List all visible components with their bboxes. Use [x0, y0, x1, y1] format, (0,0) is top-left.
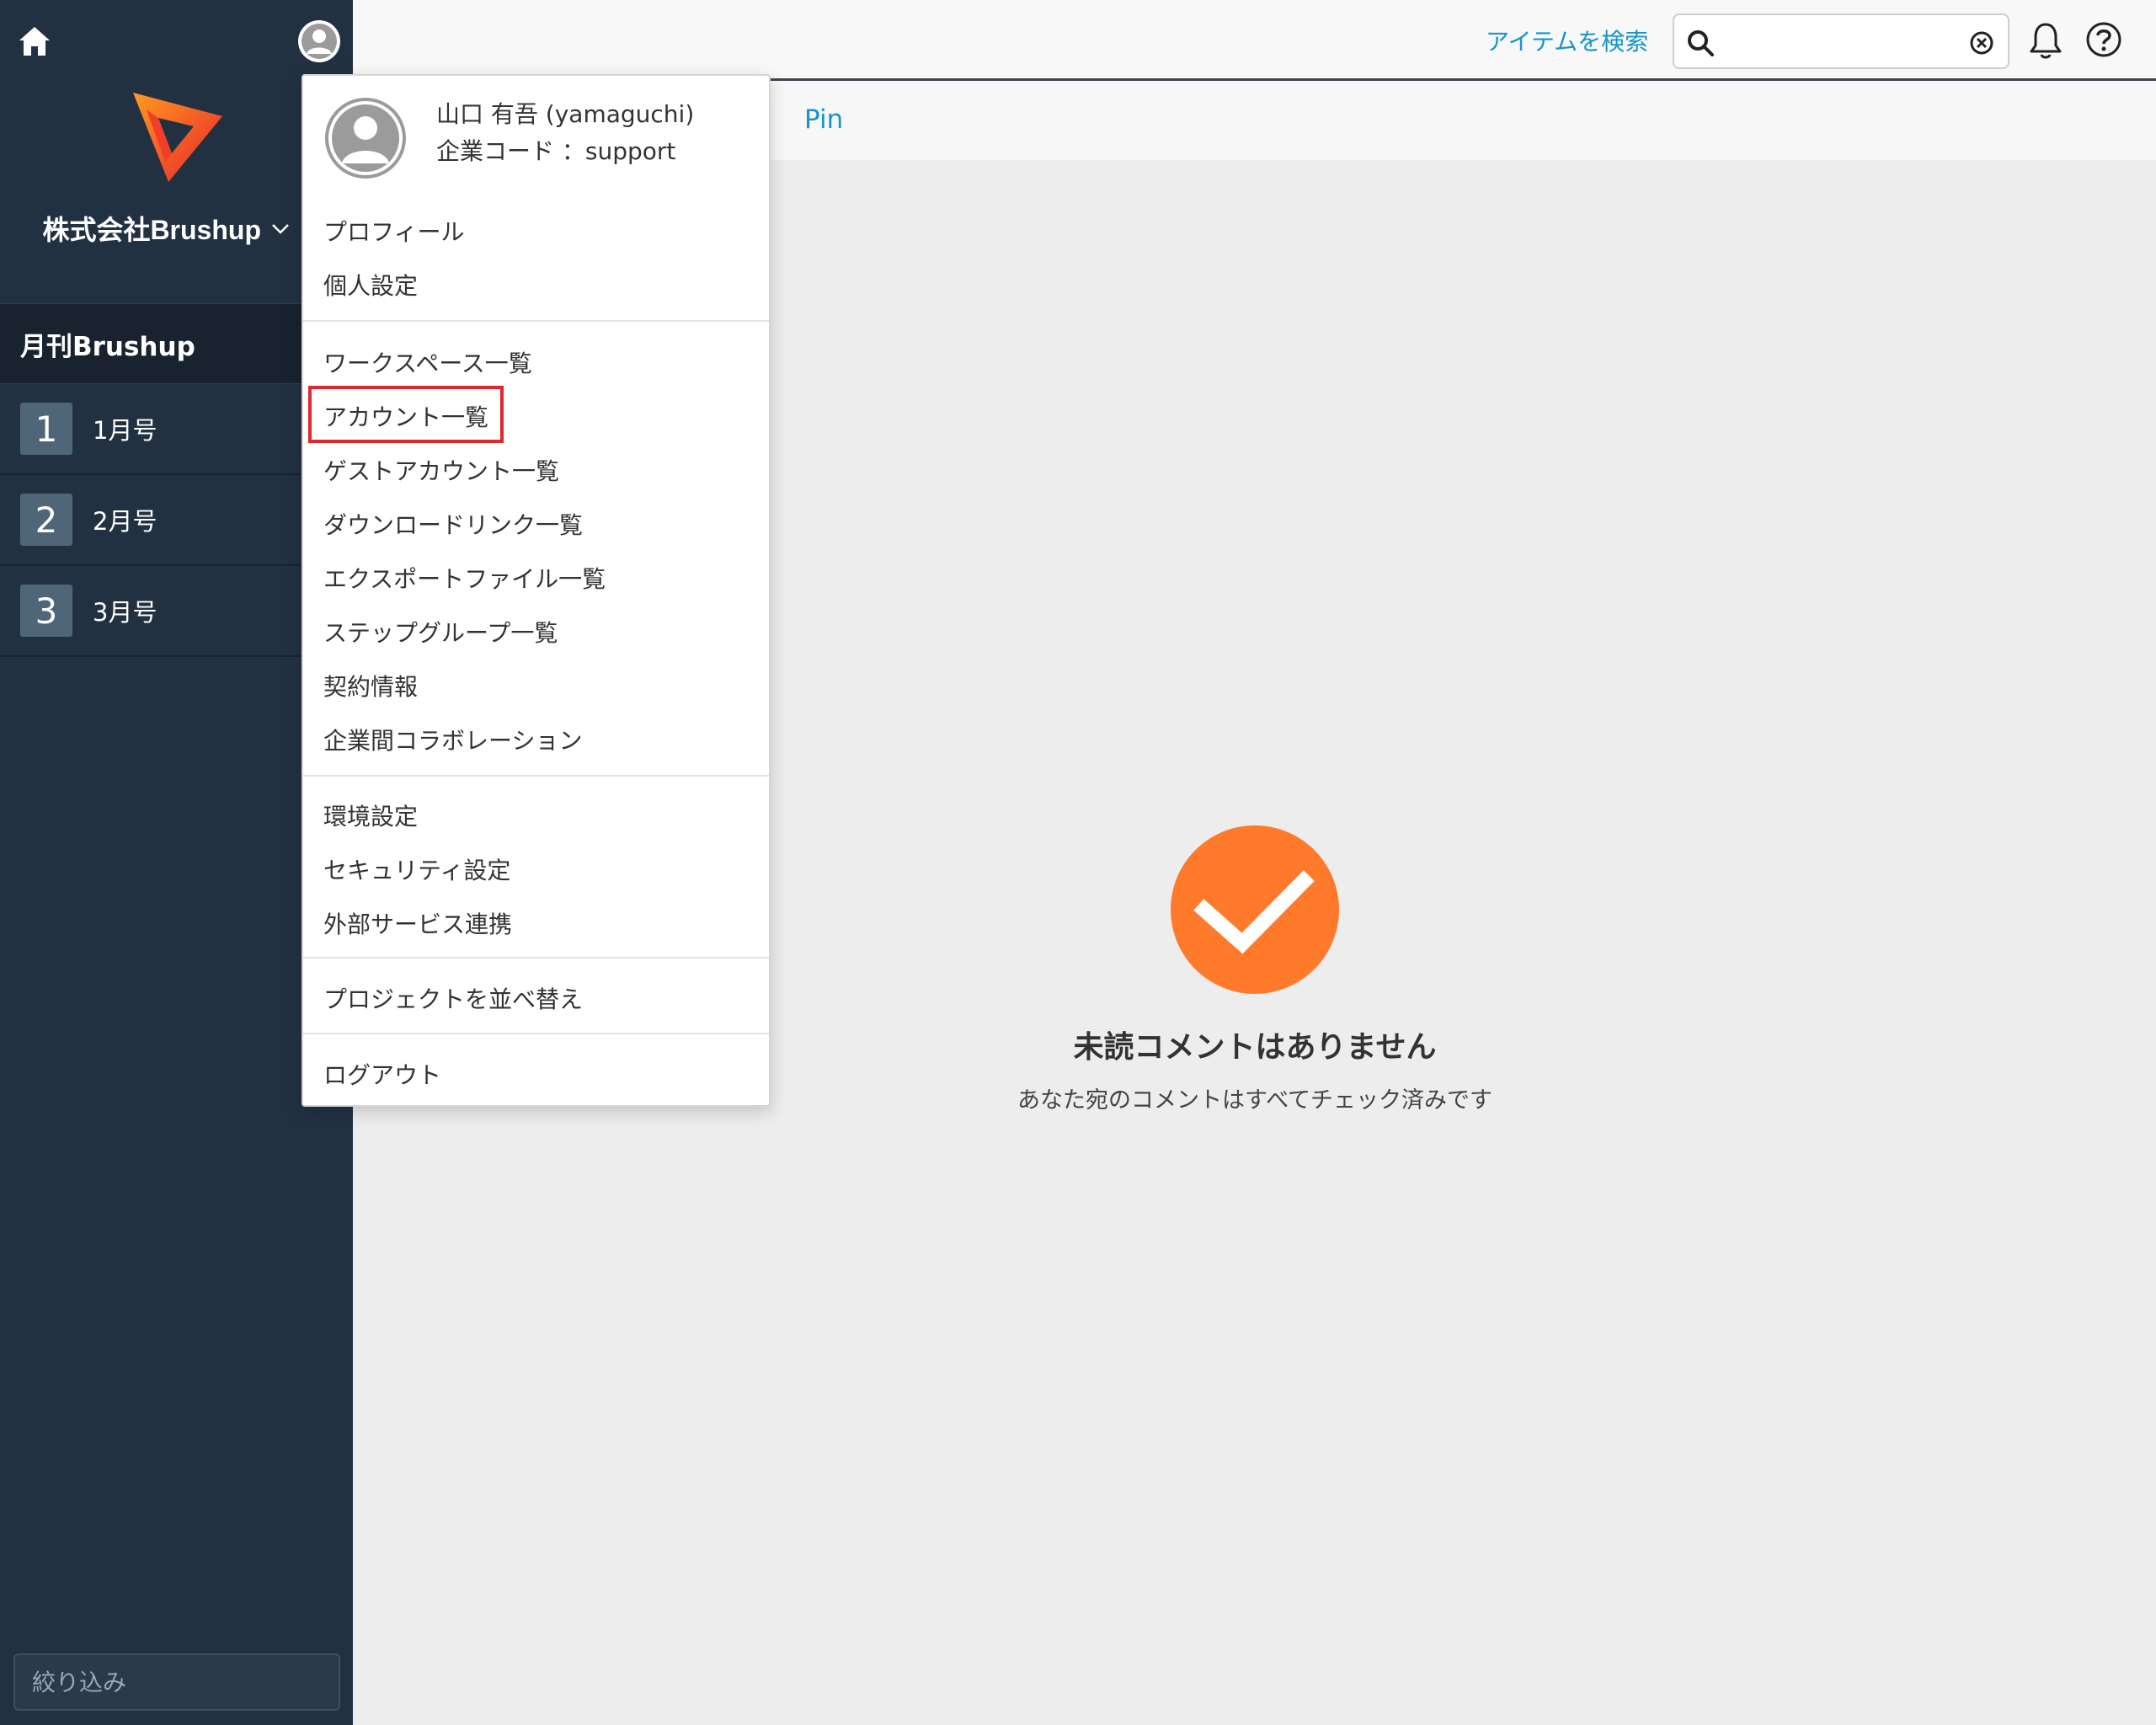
menu-item-step-group-list[interactable]: ステップグループ一覧	[323, 608, 744, 655]
chevron-down-icon[interactable]	[268, 216, 293, 241]
menu-item-environment-settings[interactable]: 環境設定	[323, 792, 744, 839]
menu-item-account-list[interactable]: アカウント一覧	[323, 393, 744, 440]
menu-item-download-link-list[interactable]: ダウンロードリンク一覧	[323, 500, 744, 547]
bell-icon[interactable]	[2027, 20, 2064, 61]
sidebar: 株式会社Brushup 月刊Brushup 1 1月号 2 2月号 3 3月号	[0, 0, 353, 1725]
search-input[interactable]	[1723, 24, 1967, 61]
checkmark-icon	[1171, 825, 1339, 994]
user-name: 山口 有吾 (yamaguchi)	[436, 100, 695, 128]
clear-icon[interactable]	[1969, 30, 1994, 56]
menu-divider	[303, 775, 769, 777]
menu-divider	[303, 957, 769, 959]
issue-label: 3月号	[93, 598, 157, 627]
issue-item-2[interactable]: 2 2月号	[0, 475, 353, 566]
menu-item-profile[interactable]: プロフィール	[323, 207, 744, 254]
home-button[interactable]	[15, 22, 54, 61]
menu-item-workspace-list[interactable]: ワークスペース一覧	[323, 339, 744, 386]
issue-label: 2月号	[93, 507, 157, 536]
menu-item-export-file-list[interactable]: エクスポートファイル一覧	[323, 554, 744, 601]
user-menu-button[interactable]	[298, 20, 340, 62]
menu-item-personal-settings[interactable]: 個人設定	[323, 261, 744, 308]
brushup-logo-icon	[133, 93, 222, 182]
company-code: 企業コード ：support	[436, 137, 676, 165]
company-name[interactable]: 株式会社Brushup	[0, 209, 261, 248]
user-avatar-icon	[325, 98, 406, 179]
search-box[interactable]	[1673, 13, 2009, 69]
help-icon[interactable]	[2084, 20, 2123, 59]
user-dropdown-menu: 山口 有吾 (yamaguchi) 企業コード ：support プロフィール …	[302, 74, 771, 1107]
user-avatar-icon	[302, 24, 337, 59]
menu-divider	[303, 1033, 769, 1034]
tab-pin[interactable]: Pin	[804, 104, 843, 135]
home-icon	[19, 27, 50, 56]
menu-item-external-service-integration[interactable]: 外部サービス連携	[323, 900, 744, 947]
project-title[interactable]: 月刊Brushup	[0, 303, 353, 384]
item-search-link[interactable]: アイテムを検索	[1486, 24, 1648, 57]
issue-number-badge: 1	[20, 403, 72, 455]
issue-label: 1月号	[93, 416, 157, 445]
issue-item-1[interactable]: 1 1月号	[0, 384, 353, 475]
issue-number-badge: 2	[20, 494, 72, 546]
search-icon	[1688, 30, 1714, 56]
menu-item-sort-projects[interactable]: プロジェクトを並べ替え	[323, 975, 744, 1022]
empty-state-title: 未読コメントはありません	[1073, 1030, 1437, 1065]
issue-list: 1 1月号 2 2月号 3 3月号	[0, 384, 353, 657]
menu-divider	[303, 320, 769, 322]
menu-item-contract-info[interactable]: 契約情報	[323, 662, 744, 709]
top-bar: アイテムを検索	[353, 0, 2156, 81]
filter-input[interactable]	[13, 1653, 340, 1711]
menu-item-inter-company-collaboration[interactable]: 企業間コラボレーション	[323, 716, 744, 763]
empty-state-subtitle: あなた宛のコメントはすべてチェック済みです	[1017, 1087, 1493, 1114]
issue-item-3[interactable]: 3 3月号	[0, 566, 353, 657]
menu-item-logout[interactable]: ログアウト	[323, 1050, 744, 1097]
menu-item-security-settings[interactable]: セキュリティ設定	[323, 846, 744, 893]
menu-user-info: 山口 有吾 (yamaguchi) 企業コード ：support	[323, 96, 744, 180]
menu-item-guest-account-list[interactable]: ゲストアカウント一覧	[323, 446, 744, 494]
issue-number-badge: 3	[20, 585, 72, 637]
